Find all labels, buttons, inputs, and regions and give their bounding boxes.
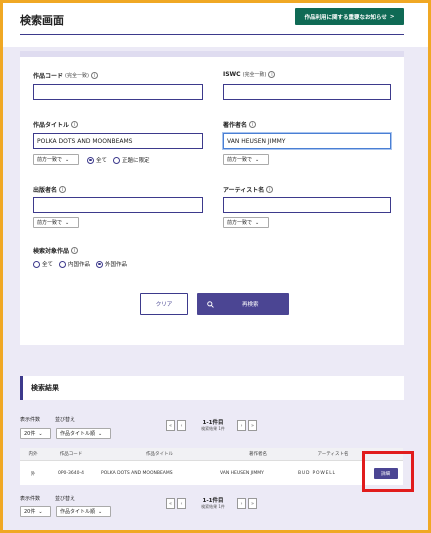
radio-target-all-dot [33,260,40,268]
results-section-header: 検索結果 [20,376,404,400]
important-notice-button[interactable]: 作品利用に関する重要なお知らせ > [295,8,404,25]
table-header: 内外 作品コード 作品タイトル 著作者名 アーティスト名 [20,448,403,461]
chevron-down-icon: ⌄ [98,430,103,437]
work-code-input[interactable] [33,84,203,100]
search-form-panel: 作品コード (完全一致) i ISWC (完全一致) i 作品タイトル i PO… [20,51,404,345]
next-page-button[interactable]: › [237,420,246,431]
first-page-button[interactable]: « [166,420,175,431]
iswc-label: ISWC (完全一致) i [223,71,276,78]
search-icon [207,300,214,308]
column-header: 内外 [28,452,38,457]
radio-target-domestic[interactable]: 内国作品 [59,260,90,268]
page-info: 1-1件目 検索結果 1件 [192,418,234,432]
iswc-input[interactable] [223,84,391,100]
next-page-button[interactable]: › [237,498,246,509]
last-page-button[interactable]: » [248,420,257,431]
info-icon[interactable]: i [268,71,276,78]
table-row: 外 0P0-3640-4 POLKA DOTS AND MOONBEAMS VA… [20,462,403,485]
publisher-match-select[interactable]: 前方一致で ⌄ [33,217,79,228]
notice-button-label: 作品利用に関する重要なお知らせ [304,14,387,21]
page-range: 1-1件目 [202,498,224,504]
page-title: 検索画面 [20,14,64,27]
work-title-scope-radios: 全て 正題に限定 [87,156,150,164]
work-code-label: 作品コード (完全一致) i [33,71,98,80]
result-total: 検索結果 1件 [201,504,225,509]
first-page-button[interactable]: « [166,498,175,509]
artist-label: アーティスト名 i [223,185,274,194]
cell-work-title: POLKA DOTS AND MOONBEAMS [101,471,173,476]
chevron-down-icon: ⌄ [38,430,43,437]
sort-label-bottom: 並び替え [55,496,76,502]
artist-input[interactable] [223,197,391,213]
info-icon[interactable]: i [71,121,79,128]
cell-author: VAN HEUSEN JIMMY [220,471,264,476]
chevron-down-icon: ⌄ [255,156,260,163]
artist-match-select[interactable]: 前方一致で ⌄ [223,217,269,228]
display-count-select-bottom[interactable]: 20件 ⌄ [20,506,51,517]
work-title-match-select[interactable]: 前方一致で ⌄ [33,154,79,165]
chevron-down-icon: ⌄ [38,508,43,515]
radio-official-title[interactable]: 正題に限定 [113,156,150,164]
search-target-label: 検索対象作品 i [33,246,79,255]
display-count-label-bottom: 表示件数 [20,496,41,502]
pager-next-group-bottom: › » [237,498,257,509]
column-header: 著作者名 [249,452,267,457]
cell-kind: 外 [30,471,36,477]
display-count-label: 表示件数 [20,417,41,423]
chevron-down-icon: ⌄ [255,219,260,226]
header: 検索画面 作品利用に関する重要なお知らせ > [3,3,428,47]
result-total: 検索結果 1件 [201,426,225,431]
results-title: 検索結果 [31,384,59,392]
info-icon[interactable]: i [90,72,98,79]
display-count-select[interactable]: 20件 ⌄ [20,428,51,439]
chevron-right-icon: > [389,13,395,20]
column-header: アーティスト名 [317,452,349,457]
work-title-label: 作品タイトル i [33,120,79,129]
results-table: 内外 作品コード 作品タイトル 著作者名 アーティスト名 外 0P0-3640-… [20,448,403,485]
page-frame: 検索画面 作品利用に関する重要なお知らせ > 作品コード (完全一致) i IS… [3,3,428,530]
cell-work-code: 0P0-3640-4 [57,471,84,476]
search-button[interactable]: 再検索 [197,293,289,315]
author-label: 著作者名 i [223,120,257,129]
info-icon[interactable]: i [59,186,67,193]
clear-button[interactable]: クリア [140,293,188,315]
radio-target-foreign-dot [96,260,104,268]
cell-artist: BUD POWELL [298,471,336,476]
info-icon[interactable]: i [266,186,274,193]
radio-all-titles[interactable]: 全て [87,156,107,164]
sort-select[interactable]: 作品タイトル順 ⌄ [56,428,111,439]
prev-page-button[interactable]: ‹ [177,498,186,509]
pager-prev-group: « ‹ [166,420,186,431]
highlight-annotation [362,451,414,492]
page-range: 1-1件目 [202,420,224,426]
pager-prev-group-bottom: « ‹ [166,498,186,509]
author-match-select[interactable]: 前方一致で ⌄ [223,154,269,165]
radio-target-foreign[interactable]: 外国作品 [96,260,127,268]
sort-select-bottom[interactable]: 作品タイトル順 ⌄ [56,506,111,517]
title-divider [20,34,404,35]
work-title-input[interactable]: POLKA DOTS AND MOONBEAMS [33,133,203,149]
search-target-radios: 全て 内国作品 外国作品 [33,260,127,268]
pager-next-group: › » [237,420,257,431]
radio-official-title-dot [113,156,121,164]
publisher-label: 出版者名 i [33,185,67,194]
info-icon[interactable]: i [71,247,79,254]
last-page-button[interactable]: » [248,498,257,509]
chevron-down-icon: ⌄ [65,156,70,163]
prev-page-button[interactable]: ‹ [177,420,186,431]
radio-target-domestic-dot [59,260,67,268]
column-header: 作品タイトル [146,452,173,457]
radio-target-all[interactable]: 全て [33,260,53,268]
radio-all-titles-dot [87,156,94,164]
info-icon[interactable]: i [249,121,257,128]
page-info-bottom: 1-1件目 検索結果 1件 [192,496,234,510]
column-header: 作品コード [59,452,83,457]
author-input[interactable]: VAN HEUSEN JIMMY [223,133,391,149]
chevron-down-icon: ⌄ [98,508,103,515]
chevron-down-icon: ⌄ [65,219,70,226]
sort-label: 並び替え [55,417,76,423]
publisher-input[interactable] [33,197,203,213]
